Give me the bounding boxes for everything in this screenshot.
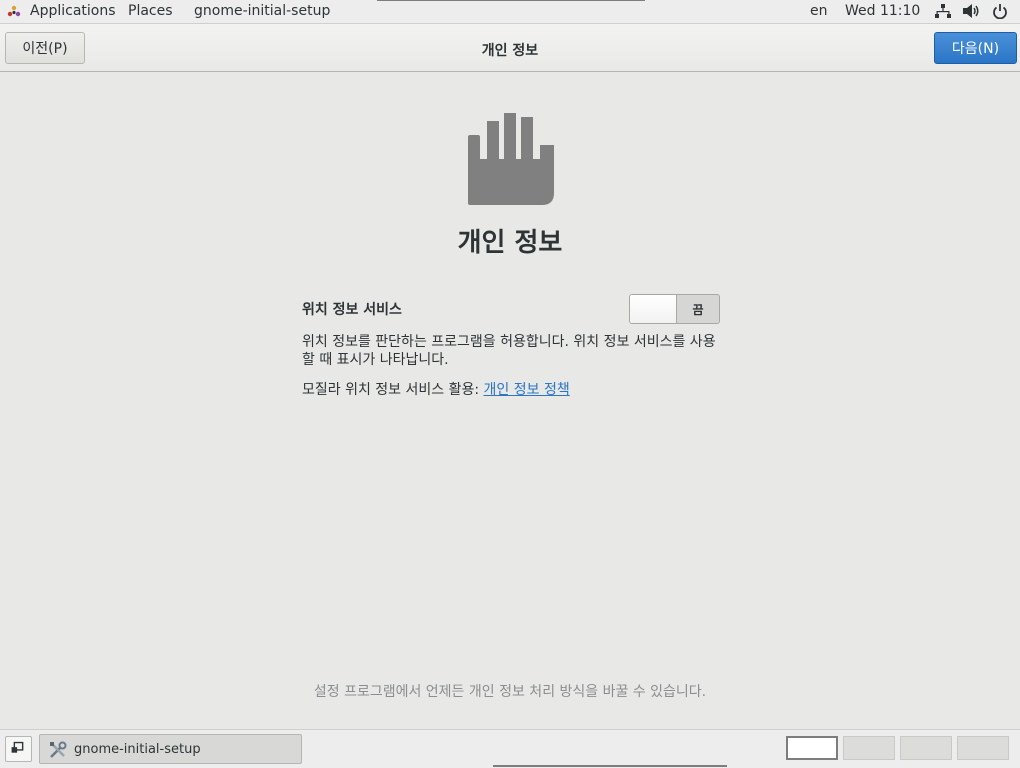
app-menu[interactable]: gnome-initial-setup bbox=[194, 2, 330, 20]
page-title: 개인 정보 bbox=[481, 43, 539, 59]
privacy-heading: 개인 정보 bbox=[457, 228, 563, 258]
network-icon[interactable] bbox=[934, 3, 952, 19]
header-bar: 이전(P) 개인 정보 다음(N) bbox=[0, 24, 1020, 72]
volume-icon[interactable] bbox=[962, 3, 980, 19]
location-description: 위치 정보를 판단하는 프로그램을 허용합니다. 위치 정보 서비스를 사용할 … bbox=[302, 334, 716, 368]
workspace-3[interactable] bbox=[900, 736, 952, 760]
mozilla-location-line: 모질라 위치 정보 서비스 활용: 개인 정보 정책 bbox=[302, 379, 570, 399]
power-icon[interactable] bbox=[991, 3, 1009, 19]
privacy-policy-link[interactable]: 개인 정보 정책 bbox=[484, 382, 570, 398]
next-button[interactable]: 다음(N) bbox=[934, 32, 1017, 64]
activities-logo-icon[interactable] bbox=[7, 5, 21, 19]
show-desktop-icon bbox=[11, 741, 24, 753]
places-menu[interactable]: Places bbox=[128, 2, 173, 20]
mozilla-prefix: 모질라 위치 정보 서비스 활용: bbox=[302, 382, 484, 398]
tools-icon bbox=[50, 741, 67, 758]
task-label: gnome-initial-setup bbox=[74, 742, 201, 757]
show-desktop-button[interactable] bbox=[5, 736, 32, 762]
applications-menu[interactable]: Applications bbox=[30, 2, 116, 20]
toggle-state-label: 끔 bbox=[692, 303, 704, 317]
bottom-taskbar: gnome-initial-setup bbox=[0, 729, 1020, 768]
workspace-4[interactable] bbox=[957, 736, 1009, 760]
toggle-slider[interactable] bbox=[630, 295, 677, 323]
workspace-2[interactable] bbox=[843, 736, 895, 760]
location-services-toggle[interactable]: 끔 bbox=[629, 294, 720, 324]
clock[interactable]: Wed 11:10 bbox=[845, 2, 920, 20]
window-indicator bbox=[377, 0, 645, 1]
task-gnome-initial-setup[interactable]: gnome-initial-setup bbox=[39, 734, 302, 764]
workspace-1[interactable] bbox=[786, 736, 838, 760]
language-indicator[interactable]: en bbox=[810, 2, 828, 20]
location-services-label: 위치 정보 서비스 bbox=[302, 302, 402, 318]
hand-icon bbox=[468, 113, 554, 205]
settings-note: 설정 프로그램에서 언제든 개인 정보 처리 방식을 바꿀 수 있습니다. bbox=[313, 684, 707, 700]
top-bar: Applications Places gnome-initial-setup … bbox=[0, 0, 1020, 24]
